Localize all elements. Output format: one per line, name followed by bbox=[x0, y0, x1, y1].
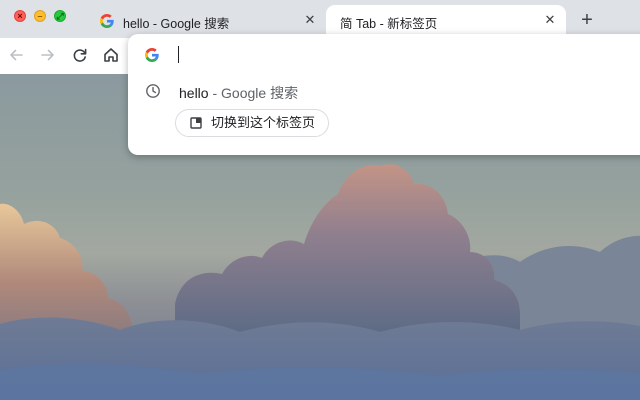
tab-close-icon[interactable]: ✕ bbox=[302, 12, 318, 28]
suggestion-separator: - bbox=[208, 85, 222, 101]
reload-button[interactable] bbox=[69, 44, 91, 66]
tab-title: hello - Google 搜索 bbox=[123, 17, 230, 31]
tab-title: 简 Tab - 新标签页 bbox=[340, 17, 438, 31]
suggestion-query: hello bbox=[179, 85, 209, 101]
tab-close-icon[interactable]: ✕ bbox=[542, 12, 558, 28]
fullscreen-icon: ⤢ bbox=[56, 11, 64, 21]
google-icon bbox=[145, 48, 159, 62]
switch-to-tab-button[interactable]: 切换到这个标签页 bbox=[175, 109, 330, 137]
switch-tab-icon bbox=[190, 117, 202, 129]
home-icon bbox=[104, 48, 118, 62]
close-icon: × bbox=[17, 11, 23, 21]
minimize-icon: – bbox=[37, 11, 43, 21]
google-icon bbox=[100, 14, 114, 28]
omnibox-suggestion[interactable]: hello - Google 搜索 bbox=[128, 76, 640, 106]
back-icon bbox=[10, 49, 23, 61]
window-minimize-button[interactable]: – bbox=[34, 10, 46, 22]
suggestion-text: hello - Google 搜索 bbox=[179, 83, 298, 103]
switch-tab-label: 切换到这个标签页 bbox=[211, 115, 316, 130]
omnibox-input[interactable] bbox=[178, 46, 179, 63]
reload-icon bbox=[73, 48, 87, 62]
window-fullscreen-button[interactable]: ⤢ bbox=[54, 10, 66, 22]
window-close-button[interactable]: × bbox=[14, 10, 26, 22]
tab-strip: × – ⤢ hello - Google 搜索 ✕ 简 Tab - 新标签页 ✕… bbox=[0, 0, 640, 38]
forward-button[interactable] bbox=[37, 44, 59, 66]
forward-icon bbox=[41, 49, 54, 61]
new-tab-button[interactable]: + bbox=[576, 9, 598, 31]
omnibox-dropdown: hello - Google 搜索 切换到这个标签页 bbox=[128, 34, 640, 155]
history-clock-icon bbox=[146, 84, 160, 98]
back-button[interactable] bbox=[5, 44, 27, 66]
home-button[interactable] bbox=[100, 44, 122, 66]
suggestion-engine: Google 搜索 bbox=[221, 85, 299, 101]
